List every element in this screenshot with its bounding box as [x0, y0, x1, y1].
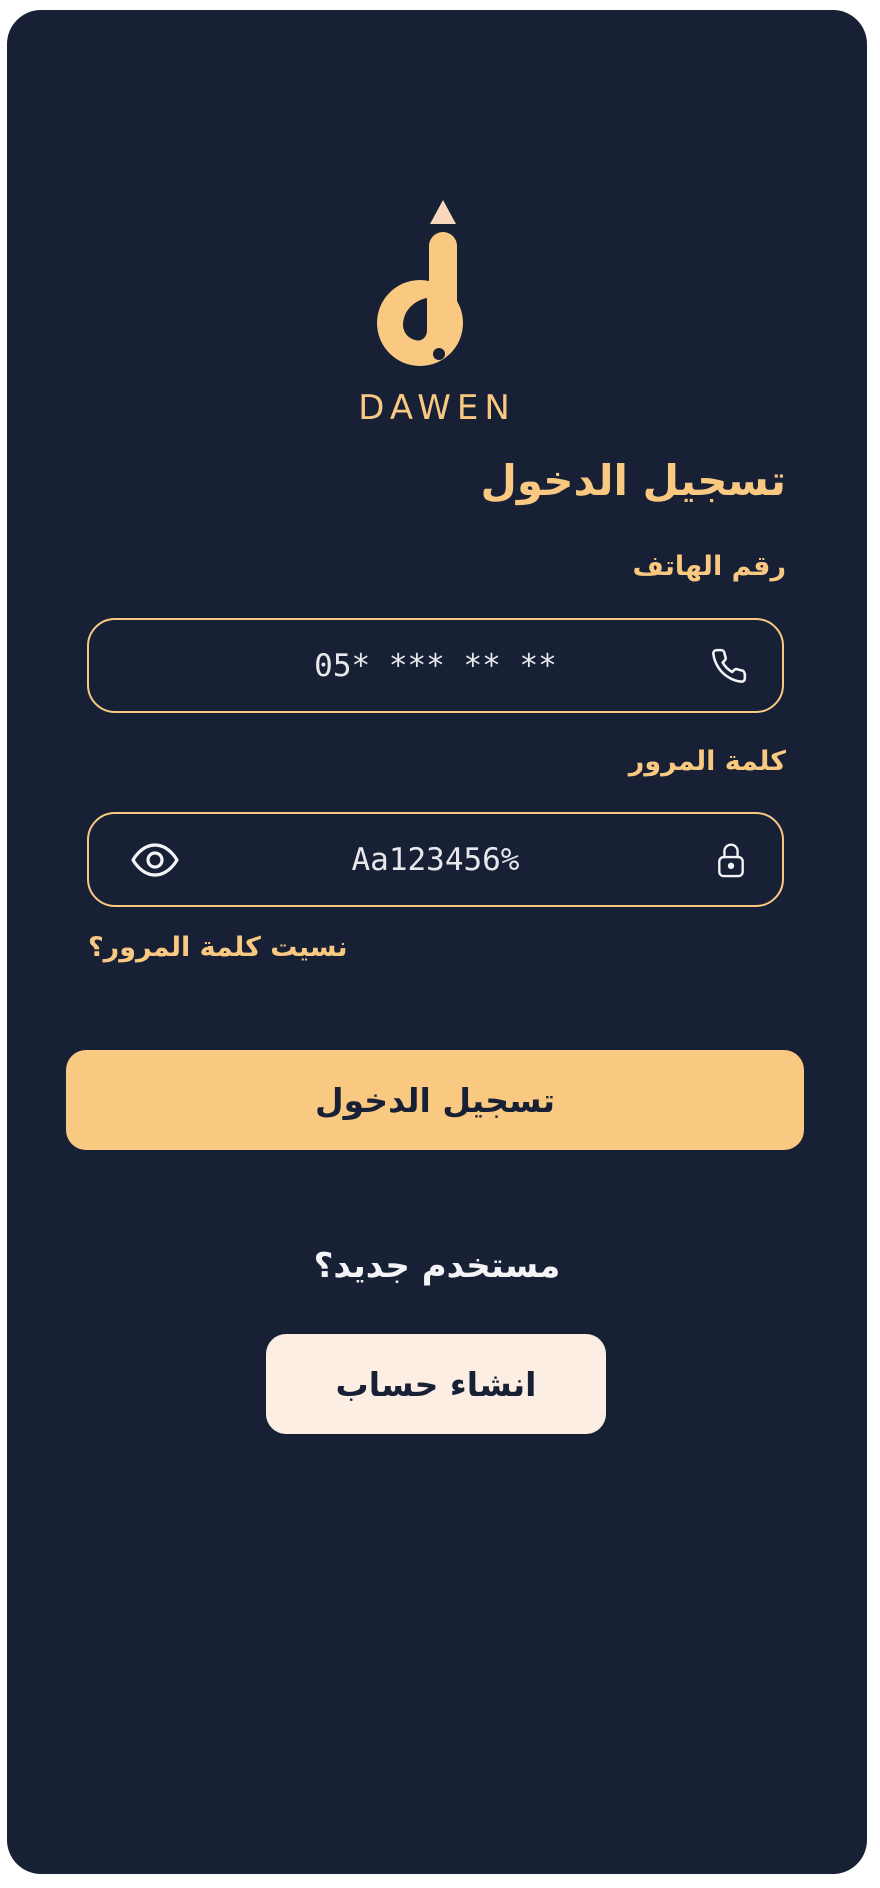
brand-name: DAWEN	[358, 388, 516, 428]
login-screen: DAWEN تسجيل الدخول رقم الهاتف 05* *** **…	[7, 10, 867, 1874]
login-button[interactable]: تسجيل الدخول	[66, 1050, 804, 1150]
page-title: تسجيل الدخول	[480, 456, 786, 505]
phone-label: رقم الهاتف	[632, 551, 786, 582]
password-field[interactable]: Aa123456%	[87, 812, 784, 907]
forgot-password-link[interactable]: نسيت كلمة المرور؟	[88, 932, 348, 963]
pen-letter-d-logo-icon	[377, 200, 463, 366]
new-user-prompt: مستخدم جديد؟	[313, 1246, 561, 1286]
eye-icon[interactable]	[131, 841, 179, 879]
phone-input-value[interactable]: 05* *** ** **	[89, 620, 782, 711]
create-account-button[interactable]: انشاء حساب	[266, 1334, 606, 1434]
password-label: كلمة المرور	[628, 746, 786, 777]
phone-icon	[710, 647, 748, 685]
brand-logo	[7, 200, 867, 380]
lock-icon	[716, 841, 746, 879]
phone-field[interactable]: 05* *** ** **	[87, 618, 784, 713]
password-input-value[interactable]: Aa123456%	[89, 814, 782, 905]
